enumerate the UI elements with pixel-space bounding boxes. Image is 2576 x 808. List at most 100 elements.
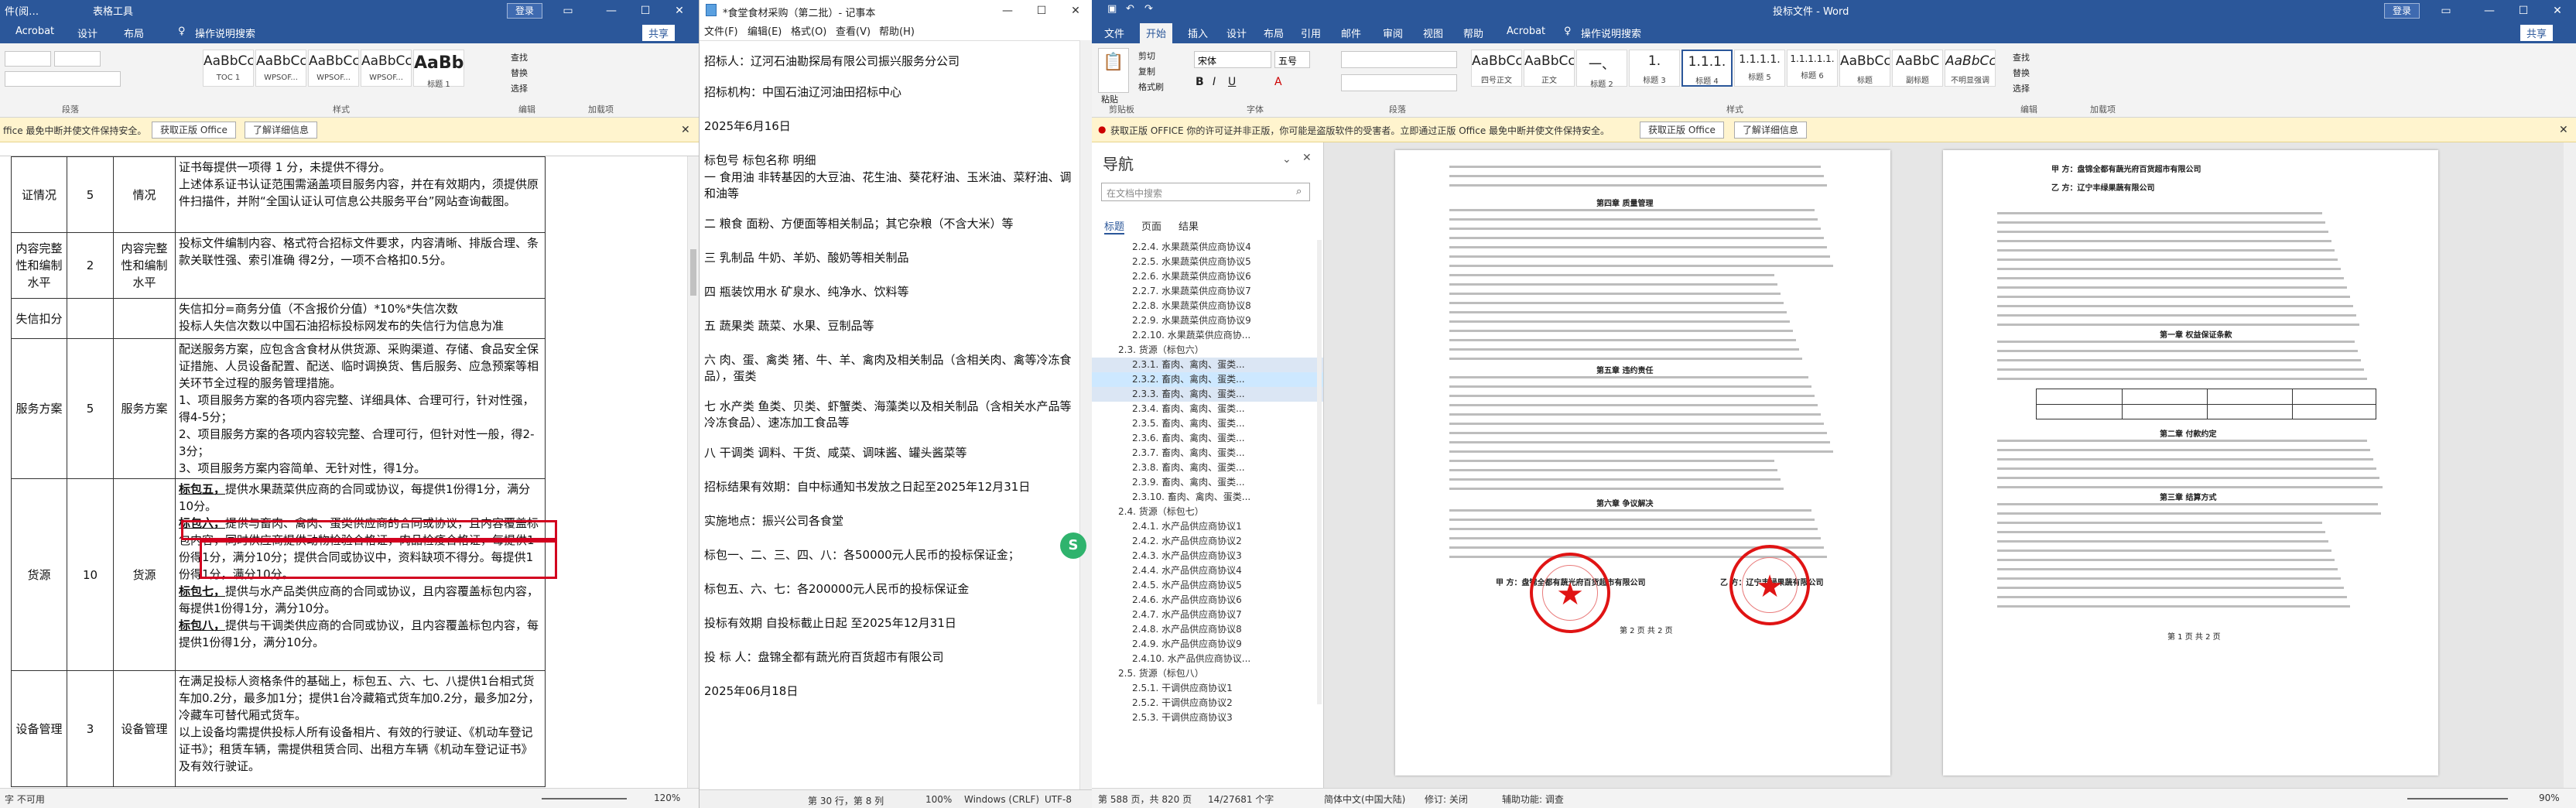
nav-item[interactable]: 2.4.4. 水产品供应商协议4 <box>1092 563 1323 578</box>
maximize-icon[interactable]: ☐ <box>2506 0 2540 22</box>
nav-close-icon[interactable]: ✕ <box>1302 152 1312 164</box>
nav-item[interactable]: 2.4.9. 水产品供应商协议9 <box>1092 637 1323 652</box>
nav-item[interactable]: 2.2.5. 水果蔬菜供应商协议5 <box>1092 255 1323 269</box>
tab-view[interactable]: 视图 <box>1423 26 1443 40</box>
tab-review[interactable]: 审阅 <box>1383 26 1403 40</box>
nav-item[interactable]: 2.2.10. 水果蔬菜供应商协... <box>1092 328 1323 343</box>
nav-item[interactable]: 2.4.1. 水产品供应商协议1 <box>1092 519 1323 534</box>
align-buttons[interactable] <box>1341 74 1457 91</box>
nav-options-icon[interactable]: ⌄ <box>1282 153 1291 166</box>
style-subtitle[interactable]: AaBbC 副标题 <box>1892 50 1943 87</box>
minimize-icon[interactable]: — <box>594 0 628 22</box>
tab-help[interactable]: 帮助 <box>1463 26 1483 40</box>
tab-design[interactable]: 设计 <box>1226 26 1247 40</box>
menu-format[interactable]: 格式(O) <box>791 23 826 38</box>
floating-assistant-icon[interactable]: S <box>1060 532 1086 559</box>
maximize-icon[interactable]: ☐ <box>1025 0 1059 22</box>
style-heading1[interactable]: AaBb 标题 1 <box>413 50 464 89</box>
nav-item[interactable]: 2.2.9. 水果蔬菜供应商协议9 <box>1092 313 1323 328</box>
get-office-button[interactable]: 获取正版 Office <box>152 122 236 139</box>
style-heading2[interactable]: 一、 标题 2 <box>1576 50 1627 89</box>
menu-file[interactable]: 文件(F) <box>704 23 738 38</box>
style-toc1[interactable]: AaBbCcDdTOC 1 <box>203 50 254 87</box>
nav-item[interactable]: 2.4.3. 水产品供应商协议3 <box>1092 549 1323 563</box>
style-heading6[interactable]: 1.1.1.1.1. 标题 6 <box>1787 50 1838 87</box>
align-buttons[interactable] <box>5 71 121 87</box>
style-sihao-body[interactable]: AaBbCc 四号正文 <box>1471 50 1522 87</box>
nav-item[interactable]: 2.3.8. 畜肉、禽肉、蛋类... <box>1092 460 1323 475</box>
undo-icon[interactable]: ↶ <box>1126 3 1134 15</box>
style-heading3[interactable]: 1. 标题 3 <box>1629 50 1680 87</box>
close-icon[interactable]: ✕ <box>1059 0 1092 22</box>
tab-references[interactable]: 引用 <box>1301 26 1321 40</box>
find-button[interactable]: 查找 <box>2013 51 2030 63</box>
save-icon[interactable]: ▣ <box>1107 3 1117 15</box>
nav-item[interactable]: 2.3.5. 畜肉、禽肉、蛋类... <box>1092 416 1323 431</box>
zoom-slider[interactable] <box>2407 798 2508 799</box>
nav-item[interactable]: 2.5.1. 干调供应商协议1 <box>1092 681 1323 696</box>
underline-icon[interactable]: U <box>1228 76 1236 88</box>
paste-icon[interactable]: 📋 <box>1098 48 1129 93</box>
nav-item[interactable]: 2.4.2. 水产品供应商协议2 <box>1092 534 1323 549</box>
tab-layout[interactable]: 布局 <box>124 26 144 40</box>
nav-item[interactable]: 2.4.7. 水产品供应商协议7 <box>1092 608 1323 622</box>
style-heading4[interactable]: 1.1.1. 标题 4 <box>1681 50 1733 87</box>
nav-item[interactable]: 2.3.4. 畜肉、禽肉、蛋类... <box>1092 402 1323 416</box>
style-wpsoffice-3[interactable]: AaBbCcDcWPSOF... <box>361 50 412 87</box>
nav-item[interactable]: 2.3. 货源（标包六） <box>1092 343 1323 358</box>
share-button[interactable]: 共享 <box>642 25 676 41</box>
zoom-level[interactable]: 120% <box>654 793 680 803</box>
nav-tab-headings[interactable]: 标题 <box>1104 218 1125 235</box>
list-buttons[interactable] <box>5 51 51 67</box>
tab-design[interactable]: 设计 <box>77 26 97 40</box>
nav-item[interactable]: 2.3.2. 畜肉、禽肉、蛋类... <box>1092 372 1323 387</box>
nav-item[interactable]: 2.3.1. 畜肉、禽肉、蛋类... <box>1092 358 1323 372</box>
login-button[interactable]: 登录 <box>507 3 543 19</box>
search-icon[interactable]: ⌕ <box>1296 186 1302 197</box>
select-button[interactable]: 选择 <box>511 82 528 94</box>
learn-more-button[interactable]: 了解详细信息 <box>1734 122 1808 139</box>
style-subtle-emphasis[interactable]: AaBbCcDc不明显强调 <box>1945 50 1996 87</box>
login-button[interactable]: 登录 <box>2384 3 2420 19</box>
close-bar-icon[interactable]: ✕ <box>681 124 690 136</box>
close-icon[interactable]: ✕ <box>662 0 696 22</box>
redo-icon[interactable]: ↷ <box>1144 3 1153 15</box>
replace-button[interactable]: 替换 <box>2013 67 2030 79</box>
get-office-button[interactable]: 获取正版 Office <box>1640 122 1724 139</box>
menu-help[interactable]: 帮助(H) <box>879 23 915 38</box>
minimize-icon[interactable]: — <box>2472 0 2506 22</box>
tab-insert[interactable]: 插入 <box>1188 26 1208 40</box>
nav-item[interactable]: 2.3.3. 畜肉、禽肉、蛋类... <box>1092 387 1323 402</box>
style-heading5[interactable]: 1.1.1.1. 标题 5 <box>1734 50 1785 87</box>
maximize-icon[interactable]: ☐ <box>628 0 662 22</box>
italic-icon[interactable]: I <box>1213 76 1216 88</box>
nav-tab-pages[interactable]: 页面 <box>1141 218 1161 233</box>
style-wpsoffice-1[interactable]: AaBbCcDcWPSOF... <box>255 50 306 87</box>
tab-file[interactable]: 文件 <box>1104 26 1124 40</box>
font-size-select[interactable]: 五号 <box>1274 51 1310 68</box>
nav-item[interactable]: 2.4.10. 水产品供应商协议... <box>1092 652 1323 666</box>
menu-edit[interactable]: 编辑(E) <box>747 23 782 38</box>
nav-item[interactable]: 2.2.4. 水果蔬菜供应商协议4 <box>1092 240 1323 255</box>
learn-more-button[interactable]: 了解详细信息 <box>245 122 318 139</box>
close-bar-icon[interactable]: ✕ <box>2559 124 2568 136</box>
bold-icon[interactable]: B <box>1196 76 1204 88</box>
find-button[interactable]: 查找 <box>511 51 528 63</box>
nav-search-input[interactable]: 在文档中搜索 <box>1101 183 1310 201</box>
nav-item[interactable]: 2.5. 货源（标包八） <box>1092 666 1323 681</box>
vertical-scrollbar[interactable] <box>2564 142 2576 788</box>
nav-tab-results[interactable]: 结果 <box>1179 218 1199 233</box>
tab-acrobat[interactable]: Acrobat <box>15 26 54 37</box>
nav-item[interactable]: 2.3.6. 畜肉、禽肉、蛋类... <box>1092 431 1323 446</box>
nav-item[interactable]: 2.4.6. 水产品供应商协议6 <box>1092 593 1323 608</box>
nav-item[interactable]: 2.4.8. 水产品供应商协议8 <box>1092 622 1323 637</box>
nav-item[interactable]: 2.2.6. 水果蔬菜供应商协议6 <box>1092 269 1323 284</box>
nav-scrollbar[interactable] <box>1317 240 1322 704</box>
replace-button[interactable]: 替换 <box>511 67 528 79</box>
list-buttons[interactable] <box>1341 51 1457 68</box>
style-normal[interactable]: AaBbCcDc正文 <box>1524 50 1575 87</box>
nav-item[interactable]: 2.2.7. 水果蔬菜供应商协议7 <box>1092 284 1323 299</box>
nav-item[interactable]: 2.3.9. 畜肉、禽肉、蛋类... <box>1092 475 1323 490</box>
tab-mailings[interactable]: 邮件 <box>1341 26 1361 40</box>
nav-item[interactable]: 2.5.3. 干调供应商协议3 <box>1092 710 1323 725</box>
